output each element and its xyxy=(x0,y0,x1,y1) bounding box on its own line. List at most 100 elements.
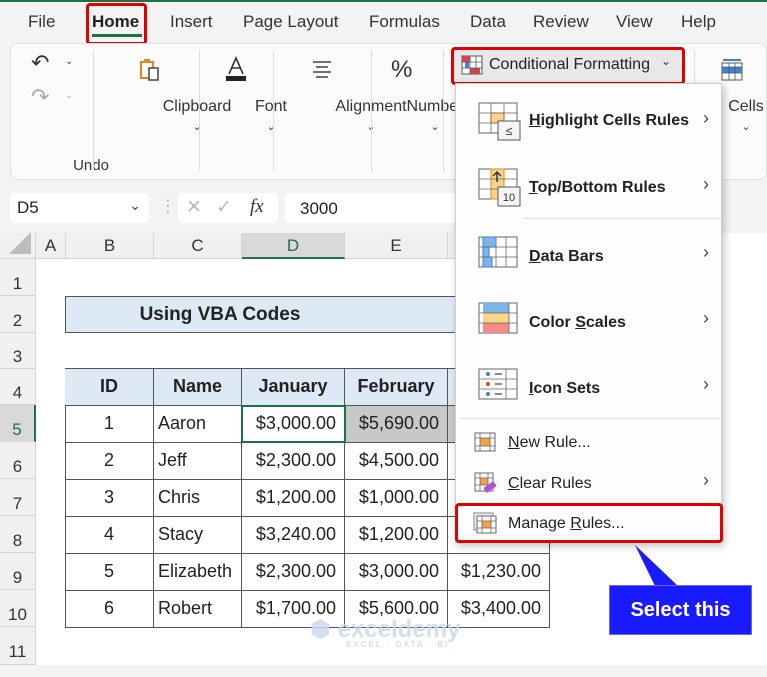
highlight-cells-icon: ≤ xyxy=(478,102,521,141)
row-header-9[interactable]: 9 xyxy=(0,553,36,590)
insert-function-icon[interactable]: fx xyxy=(250,196,264,218)
tab-view[interactable]: View xyxy=(616,12,653,32)
cell-id[interactable]: 6 xyxy=(65,591,154,628)
label-rest: cales xyxy=(585,314,626,331)
submenu-arrow-icon: › xyxy=(703,308,709,328)
table-header-name[interactable]: Name xyxy=(154,369,242,406)
tab-page-layout[interactable]: Page Layout xyxy=(243,12,338,32)
formula-buttons: ✕ ✓ fx xyxy=(178,193,278,223)
row-header-2[interactable]: 2 xyxy=(0,296,36,333)
row-header-5[interactable]: 5 xyxy=(0,405,36,442)
cell-id[interactable]: 3 xyxy=(65,480,154,517)
formula-bar-grip-icon[interactable]: ⋮ xyxy=(160,196,176,216)
row-header-3[interactable]: 3 xyxy=(0,333,36,369)
cell-january[interactable]: $2,300.00 xyxy=(242,443,345,480)
cell-name[interactable]: Aaron xyxy=(154,406,242,443)
accelerator-key: N xyxy=(508,434,520,451)
row-header-11[interactable]: 11 xyxy=(0,627,36,665)
tab-review[interactable]: Review xyxy=(533,12,589,32)
clipboard-icon xyxy=(140,59,159,81)
menu-item-label: Icon Sets xyxy=(529,380,600,398)
table-header-id[interactable]: ID xyxy=(65,369,154,406)
redo-icon[interactable]: ↷ xyxy=(31,84,49,110)
tab-data[interactable]: Data xyxy=(470,12,506,32)
font-group[interactable]: Font ⌄ xyxy=(201,44,287,172)
column-header-b[interactable]: B xyxy=(66,233,154,259)
cancel-icon[interactable]: ✕ xyxy=(186,196,202,219)
menu-item-top-bottom-rules[interactable]: 10 Top/Bottom Rules › xyxy=(456,152,721,218)
cell-january[interactable]: $2,300.00 xyxy=(242,554,345,591)
conditional-formatting-highlight-box xyxy=(451,47,685,85)
menu-item-clear-rules[interactable]: Clear Rules › xyxy=(456,462,721,502)
ribbon-separator xyxy=(199,50,200,170)
column-header-e[interactable]: E xyxy=(345,233,448,259)
cell-name[interactable]: Elizabeth xyxy=(154,554,242,591)
cell-name[interactable]: Robert xyxy=(154,591,242,628)
row-header-8[interactable]: 8 xyxy=(0,516,36,553)
table-header-january[interactable]: January xyxy=(242,369,345,406)
callout-pointer xyxy=(635,545,678,586)
menu-item-new-rule[interactable]: New Rule... xyxy=(456,422,721,462)
formula-value: 3000 xyxy=(300,199,338,218)
tab-file[interactable]: File xyxy=(28,12,55,32)
redo-dropdown-icon[interactable]: ⌄ xyxy=(65,90,73,101)
cell-id[interactable]: 2 xyxy=(65,443,154,480)
tab-insert[interactable]: Insert xyxy=(170,12,213,32)
table-header-february[interactable]: February xyxy=(345,369,448,406)
enter-icon[interactable]: ✓ xyxy=(216,196,232,219)
alignment-group[interactable]: Alignment ⌄ xyxy=(273,44,407,172)
cell-name[interactable]: Stacy xyxy=(154,517,242,554)
undo-dropdown-icon[interactable]: ⌄ xyxy=(65,56,73,67)
column-header-d[interactable]: D xyxy=(242,233,345,259)
cell-february[interactable]: $5,690.00 xyxy=(345,406,448,443)
cell-name[interactable]: Jeff xyxy=(154,443,242,480)
column-header-c[interactable]: C xyxy=(154,233,242,259)
row-header-1[interactable]: 1 xyxy=(0,259,36,296)
watermark-tagline: EXCEL · DATA · BI xyxy=(346,640,450,649)
cell-january[interactable]: $1,200.00 xyxy=(242,480,345,517)
menu-item-label: Clear Rules xyxy=(508,475,592,493)
column-header-a[interactable]: A xyxy=(36,233,66,259)
menu-item-icon-sets[interactable]: Icon Sets › xyxy=(456,352,721,418)
submenu-arrow-icon: › xyxy=(703,242,709,262)
chevron-down-icon[interactable]: ⌄ xyxy=(129,197,141,214)
cell-id[interactable]: 4 xyxy=(65,517,154,554)
row-header-6[interactable]: 6 xyxy=(0,442,36,479)
cell-january[interactable]: $3,000.00 xyxy=(242,406,345,443)
cell-february[interactable]: $3,000.00 xyxy=(345,554,448,591)
menu-item-color-scales[interactable]: Color Scales › xyxy=(456,286,721,352)
accelerator-key: S xyxy=(575,314,586,331)
number-group[interactable]: % Number ⌄ xyxy=(371,44,463,172)
tab-formulas[interactable]: Formulas xyxy=(369,12,440,32)
cell-march[interactable]: $3,400.00 xyxy=(448,591,550,628)
cell-february[interactable]: $4,500.00 xyxy=(345,443,448,480)
row-header-4[interactable]: 4 xyxy=(0,369,36,405)
new-rule-icon xyxy=(474,432,496,452)
menu-item-label: Highlight Cells Rules xyxy=(529,112,689,130)
ribbon-separator xyxy=(93,50,94,170)
menu-item-label: Top/Bottom Rules xyxy=(529,179,666,197)
data-bars-icon xyxy=(478,236,518,268)
title-cell[interactable]: Using VBA Codes xyxy=(65,296,465,333)
cell-january[interactable]: $3,240.00 xyxy=(242,517,345,554)
label-prefix: Color xyxy=(529,314,576,331)
clipboard-group[interactable]: Clipboard ⌄ xyxy=(99,44,231,172)
submenu-arrow-icon: › xyxy=(703,174,709,194)
name-box[interactable]: D5 ⌄ xyxy=(10,193,149,223)
row-header-10[interactable]: 10 xyxy=(0,590,36,627)
cell-february[interactable]: $1,200.00 xyxy=(345,517,448,554)
select-all-button[interactable] xyxy=(0,232,36,259)
title-text: Using VBA Codes xyxy=(139,304,301,325)
menu-item-data-bars[interactable]: Data Bars › xyxy=(456,220,721,286)
row-header-7[interactable]: 7 xyxy=(0,479,36,516)
cell-id[interactable]: 5 xyxy=(65,554,154,591)
cell-february[interactable]: $1,000.00 xyxy=(345,480,448,517)
cell-id[interactable]: 1 xyxy=(65,406,154,443)
tab-help[interactable]: Help xyxy=(681,12,716,32)
cell-name[interactable]: Chris xyxy=(154,480,242,517)
undo-icon[interactable]: ↶ xyxy=(31,50,49,76)
cell-march[interactable]: $1,230.00 xyxy=(448,554,550,591)
undo-group: ↶ ⌄ ↷ ⌄ Undo xyxy=(11,44,109,174)
submenu-arrow-icon: › xyxy=(703,470,709,490)
menu-item-highlight-cells-rules[interactable]: ≤ Highlight Cells Rules › xyxy=(456,86,721,152)
